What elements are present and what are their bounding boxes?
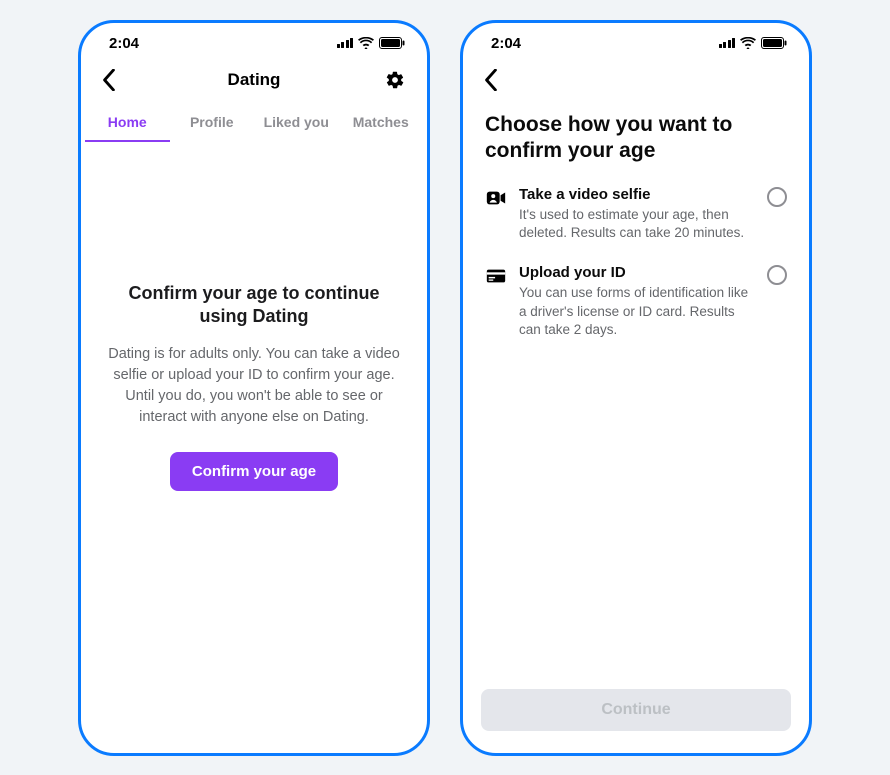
nav-bar: Dating [81,56,427,102]
tab-home[interactable]: Home [85,106,170,142]
option-title: Upload your ID [519,264,755,281]
chevron-left-icon [484,69,498,91]
status-icons [337,37,406,49]
main-content: Choose how you want to confirm your age … [463,102,809,675]
chevron-left-icon [102,69,116,91]
tabs: Home Profile Liked you Matches [81,102,427,142]
tab-liked-you[interactable]: Liked you [254,106,339,142]
radio-button[interactable] [767,187,787,207]
continue-button[interactable]: Continue [481,689,791,731]
gear-icon [385,70,405,90]
radio-button[interactable] [767,265,787,285]
video-selfie-icon [485,187,507,209]
status-icons [719,37,788,49]
option-body: Take a video selfie It's used to estimat… [519,186,755,242]
choose-method-heading: Choose how you want to confirm your age [485,112,787,165]
option-desc: You can use forms of identification like… [519,284,755,339]
footer: Continue [463,675,809,753]
wifi-icon [740,37,756,49]
option-body: Upload your ID You can use forms of iden… [519,264,755,339]
option-video-selfie[interactable]: Take a video selfie It's used to estimat… [485,186,787,242]
nav-bar [463,56,809,102]
cellular-icon [337,38,354,48]
back-button[interactable] [477,66,505,94]
status-time: 2:04 [109,35,139,52]
option-desc: It's used to estimate your age, then del… [519,206,755,242]
status-bar: 2:04 [81,23,427,56]
status-time: 2:04 [491,35,521,52]
option-upload-id[interactable]: Upload your ID You can use forms of iden… [485,264,787,339]
back-button[interactable] [95,66,123,94]
status-bar: 2:04 [463,23,809,56]
tab-profile[interactable]: Profile [170,106,255,142]
cellular-icon [719,38,736,48]
battery-icon [761,37,787,49]
tab-matches[interactable]: Matches [339,106,424,142]
confirm-age-button[interactable]: Confirm your age [170,452,338,491]
phone-screen-1: 2:04 Dating Home Profile Liked you Match… [78,20,430,756]
page-title: Dating [81,70,427,90]
confirm-age-body: Dating is for adults only. You can take … [105,344,403,428]
settings-button[interactable] [381,66,409,94]
option-title: Take a video selfie [519,186,755,203]
id-card-icon [485,265,507,287]
battery-icon [379,37,405,49]
main-content: Confirm your age to continue using Datin… [81,142,427,753]
phone-screen-2: 2:04 Choose how you want to confirm your… [460,20,812,756]
wifi-icon [358,37,374,49]
confirm-age-heading: Confirm your age to continue using Datin… [105,282,403,329]
